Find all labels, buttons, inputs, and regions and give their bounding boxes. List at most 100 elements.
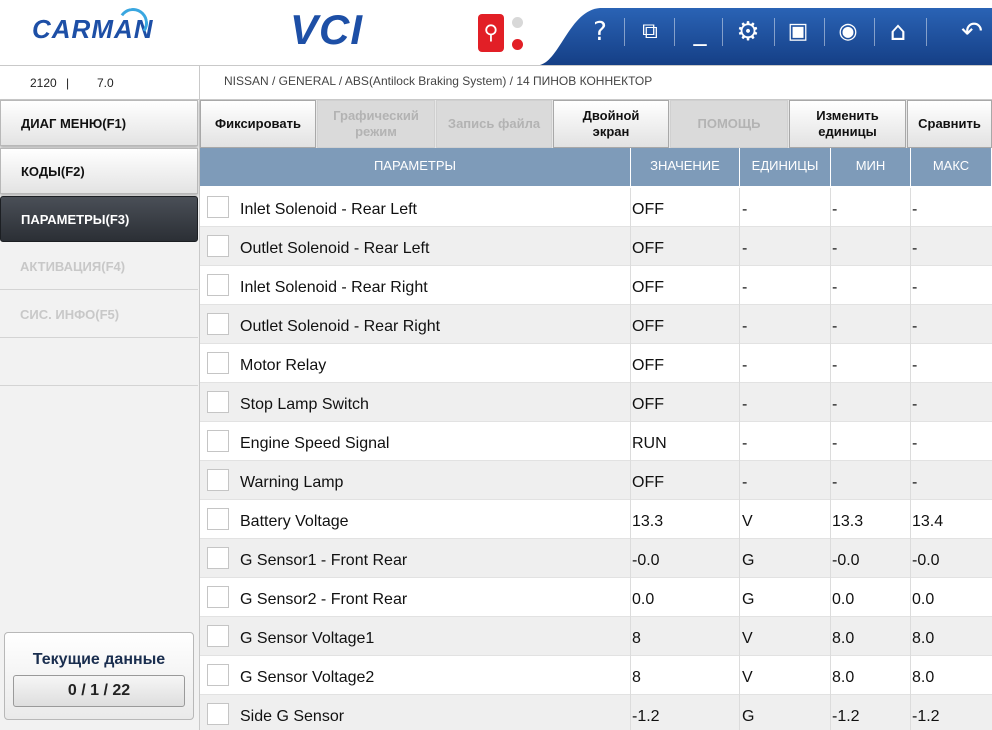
sidebar-item-codes[interactable]: КОДЫ(F2) xyxy=(0,148,198,194)
sidebar-item-sys-info: СИС. ИНФО(F5) xyxy=(0,292,198,338)
cell-name: Inlet Solenoid - Rear Right xyxy=(240,279,428,296)
row-checkbox[interactable] xyxy=(207,391,229,413)
cell-min: - xyxy=(832,279,838,296)
table-row[interactable]: Side G Sensor -1.2 G -1.2 -1.2 xyxy=(200,695,992,730)
home-icon[interactable]: ⌂ xyxy=(880,14,916,50)
cell-value: RUN xyxy=(632,435,667,452)
cell-min: - xyxy=(832,435,838,452)
compare-button[interactable]: Сравнить xyxy=(907,100,992,148)
row-checkbox[interactable] xyxy=(207,547,229,569)
table-row[interactable]: G Sensor Voltage2 8 V 8.0 8.0 xyxy=(200,656,992,695)
cell-name: Stop Lamp Switch xyxy=(240,396,369,413)
cell-name: Battery Voltage xyxy=(240,513,349,530)
back-icon[interactable]: ↶ xyxy=(954,14,990,50)
table-row[interactable]: G Sensor Voltage1 8 V 8.0 8.0 xyxy=(200,617,992,656)
cell-unit: - xyxy=(742,435,748,452)
toolbar-separator xyxy=(926,18,927,46)
freeze-button[interactable]: Фиксировать xyxy=(200,100,316,148)
cell-unit: - xyxy=(742,201,748,218)
table-row[interactable]: Inlet Solenoid - Rear Right OFF - - - xyxy=(200,266,992,305)
cell-value: -0.0 xyxy=(632,552,660,569)
row-checkbox[interactable] xyxy=(207,313,229,335)
cell-unit: - xyxy=(742,396,748,413)
sidebar-item-parameters[interactable]: ПАРАМЕТРЫ(F3) xyxy=(0,196,198,242)
table-row[interactable]: Stop Lamp Switch OFF - - - xyxy=(200,383,992,422)
usb-icon: ⚲ xyxy=(478,14,504,52)
cell-name: Outlet Solenoid - Rear Right xyxy=(240,318,441,335)
column-header-min[interactable]: МИН xyxy=(831,148,911,186)
toolbar-separator xyxy=(774,18,775,46)
table-row[interactable]: Outlet Solenoid - Rear Left OFF - - - xyxy=(200,227,992,266)
help-button: ПОМОЩЬ xyxy=(670,100,788,148)
cell-max: - xyxy=(912,435,918,452)
table-row[interactable]: Outlet Solenoid - Rear Right OFF - - - xyxy=(200,305,992,344)
cell-min: -0.0 xyxy=(832,552,860,569)
current-data-title: Текущие данные xyxy=(32,651,166,668)
row-checkbox[interactable] xyxy=(207,469,229,491)
cell-max: - xyxy=(912,201,918,218)
row-checkbox[interactable] xyxy=(207,703,229,725)
row-checkbox[interactable] xyxy=(207,586,229,608)
table-row[interactable]: Inlet Solenoid - Rear Left OFF - - - xyxy=(200,188,992,227)
cell-name: G Sensor Voltage2 xyxy=(240,669,375,686)
cell-max: - xyxy=(912,474,918,491)
minimize-icon[interactable]: _ xyxy=(682,14,718,50)
row-checkbox[interactable] xyxy=(207,352,229,374)
toolbar-separator xyxy=(722,18,723,46)
camera-icon[interactable]: ◉ xyxy=(830,14,866,50)
table-row[interactable]: G Sensor1 - Front Rear -0.0 G -0.0 -0.0 xyxy=(200,539,992,578)
column-header-units[interactable]: ЕДИНИЦЫ xyxy=(740,148,831,186)
status-led-off xyxy=(512,17,523,28)
cell-value: -1.2 xyxy=(632,708,660,725)
cell-name: Side G Sensor xyxy=(240,708,345,725)
current-data-counter: 0 / 1 / 22 xyxy=(13,675,185,707)
cell-unit: - xyxy=(742,240,748,257)
top-bar: CARMAN VCI ⚲ ? ⧉ _ ⚙ ▣ ◉ ⌂ ↶ xyxy=(0,0,992,65)
help-icon[interactable]: ? xyxy=(582,14,618,50)
column-header-parameters[interactable]: ПАРАМЕТРЫ xyxy=(200,148,631,186)
row-checkbox[interactable] xyxy=(207,508,229,530)
cell-name: G Sensor1 - Front Rear xyxy=(240,552,408,569)
change-units-button[interactable]: Изменить единицы xyxy=(789,100,906,148)
cell-name: Engine Speed Signal xyxy=(240,435,390,452)
info-bar: 2120 | 7.0 NISSAN / GENERAL / ABS(Antilo… xyxy=(0,65,992,100)
row-checkbox[interactable] xyxy=(207,196,229,218)
table-row[interactable]: G Sensor2 - Front Rear 0.0 G 0.0 0.0 xyxy=(200,578,992,617)
graph-mode-button: Графический режим xyxy=(317,100,435,148)
toolbar-separator xyxy=(824,18,825,46)
cell-value: OFF xyxy=(632,318,664,335)
toolbar-separator xyxy=(624,18,625,46)
sidebar-item-empty xyxy=(0,340,198,386)
column-divider xyxy=(739,188,740,730)
table-row[interactable]: Warning Lamp OFF - - - xyxy=(200,461,992,500)
column-header-value[interactable]: ЗНАЧЕНИЕ xyxy=(631,148,740,186)
cell-unit: V xyxy=(742,630,753,647)
table-row[interactable]: Engine Speed Signal RUN - - - xyxy=(200,422,992,461)
table-row[interactable]: Battery Voltage 13.3 V 13.3 13.4 xyxy=(200,500,992,539)
window-restore-icon[interactable]: ⧉ xyxy=(632,14,668,50)
cell-unit: G xyxy=(742,708,755,725)
dual-screen-button[interactable]: Двойной экран xyxy=(553,100,669,148)
settings-icon[interactable]: ⚙ xyxy=(730,14,766,50)
cell-unit: G xyxy=(742,591,755,608)
cell-value: OFF xyxy=(632,396,664,413)
parameter-table: Side G Sensor -1.2 G -1.2 -1.2 G Sensor Volta… xyxy=(200,188,992,730)
current-data-panel: Текущие данные 0 / 1 / 22 xyxy=(4,632,194,720)
cell-value: OFF xyxy=(632,357,664,374)
action-toolbar: Фиксировать Графический режим Запись файл… xyxy=(200,100,992,148)
cell-max: -0.0 xyxy=(912,552,940,569)
sidebar-item-diag-menu[interactable]: ДИАГ МЕНЮ(F1) xyxy=(0,100,198,146)
row-checkbox[interactable] xyxy=(207,430,229,452)
column-divider xyxy=(830,188,831,730)
cell-max: 8.0 xyxy=(912,669,935,686)
column-header-max[interactable]: МАКС xyxy=(911,148,992,186)
cell-max: 0.0 xyxy=(912,591,935,608)
table-row[interactable]: Motor Relay OFF - - - xyxy=(200,344,992,383)
vci-logo: VCI xyxy=(290,6,364,53)
save-icon[interactable]: ▣ xyxy=(780,14,816,50)
row-checkbox[interactable] xyxy=(207,625,229,647)
row-checkbox[interactable] xyxy=(207,664,229,686)
row-checkbox[interactable] xyxy=(207,235,229,257)
row-checkbox[interactable] xyxy=(207,274,229,296)
software-version: 7.0 xyxy=(97,76,114,90)
